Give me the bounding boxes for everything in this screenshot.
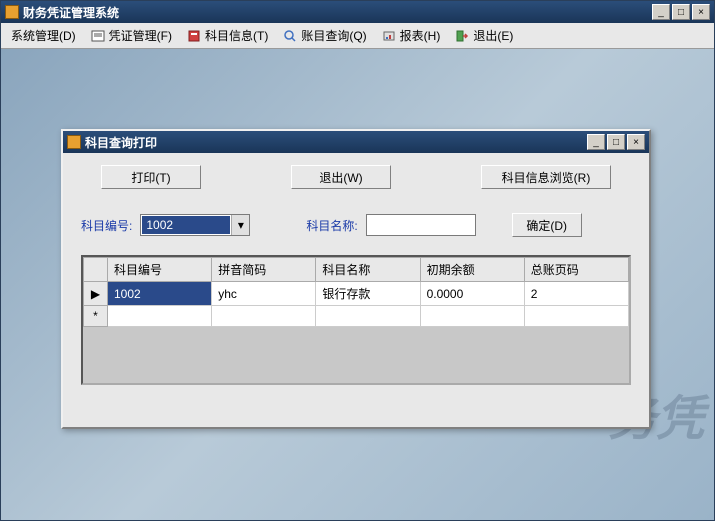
col-pinyin[interactable]: 拼音简码 [212,258,316,282]
menu-subject[interactable]: 科目信息(T) [180,24,274,47]
filter-row: 科目编号: 1002 ▾ 科目名称: 确定(D) [81,213,631,237]
row-indicator: ▶ [84,282,108,306]
main-window-controls: _ □ × [652,4,710,20]
dialog-title: 科目查询打印 [85,134,157,151]
cell-pinyin[interactable]: yhc [212,282,316,306]
browse-button[interactable]: 科目信息浏览(R) [481,165,611,189]
subject-name-input[interactable] [366,214,476,236]
grid-corner [84,258,108,282]
maximize-button[interactable]: □ [672,4,690,20]
print-button[interactable]: 打印(T) [101,165,201,189]
menu-account-query[interactable]: 账目查询(Q) [276,24,372,47]
voucher-icon [90,28,106,44]
dialog-window-controls: _ □ × [587,134,645,150]
subject-icon [186,28,202,44]
table-row[interactable]: ▶ 1002 yhc 银行存款 0.0000 2 [84,282,629,306]
menu-voucher[interactable]: 凭证管理(F) [84,24,178,47]
app-icon [5,5,19,19]
subject-code-combo[interactable]: 1002 ▾ [140,214,250,236]
data-grid[interactable]: 科目编号 拼音简码 科目名称 初期余额 总账页码 ▶ 1002 [83,257,629,327]
chevron-down-icon[interactable]: ▾ [231,215,249,235]
menu-system[interactable]: 系统管理(D) [5,24,82,47]
dialog-titlebar: 科目查询打印 _ □ × [63,131,649,153]
cell-ledger-page[interactable]: 2 [524,282,628,306]
main-titlebar: 财务凭证管理系统 _ □ × [1,1,714,23]
dialog-close-button[interactable]: × [627,134,645,150]
action-button-row: 打印(T) 退出(W) 科目信息浏览(R) [81,165,631,189]
col-code[interactable]: 科目编号 [108,258,212,282]
minimize-button[interactable]: _ [652,4,670,20]
app-title: 财务凭证管理系统 [23,4,119,21]
cell-code[interactable]: 1002 [108,282,212,306]
subject-query-dialog: 科目查询打印 _ □ × 打印(T) 退出(W) 科目信息浏览(R) 科目编号: [61,129,651,429]
new-row-indicator: * [84,306,108,327]
subject-code-label: 科目编号: [81,217,132,234]
menubar: 系统管理(D) 凭证管理(F) 科目信息(T) 账目查询(Q) 报表(H) [1,23,714,49]
col-opening-balance[interactable]: 初期余额 [420,258,524,282]
exit-button[interactable]: 退出(W) [291,165,391,189]
dialog-maximize-button[interactable]: □ [607,134,625,150]
col-ledger-page[interactable]: 总账页码 [524,258,628,282]
cell-opening-balance[interactable]: 0.0000 [420,282,524,306]
dialog-body: 打印(T) 退出(W) 科目信息浏览(R) 科目编号: 1002 ▾ 科目名称:… [63,153,649,397]
dialog-minimize-button[interactable]: _ [587,134,605,150]
menu-report[interactable]: 报表(H) [375,24,447,47]
report-icon [381,28,397,44]
dialog-icon [67,135,81,149]
query-icon [282,28,298,44]
data-grid-container: 科目编号 拼音简码 科目名称 初期余额 总账页码 ▶ 1002 [81,255,631,385]
confirm-button[interactable]: 确定(D) [512,213,582,237]
menu-exit[interactable]: 退出(E) [448,24,519,47]
workspace: 务凭 科目查询打印 _ □ × 打印(T) 退出(W) 科目信息浏览(R) [1,49,714,520]
subject-name-label: 科目名称: [306,217,357,234]
close-button[interactable]: × [692,4,710,20]
table-new-row[interactable]: * [84,306,629,327]
col-name[interactable]: 科目名称 [316,258,420,282]
cell-name[interactable]: 银行存款 [316,282,420,306]
main-window: 财务凭证管理系统 _ □ × 系统管理(D) 凭证管理(F) 科目信息(T) [0,0,715,521]
grid-empty-area [83,327,629,385]
grid-header-row: 科目编号 拼音简码 科目名称 初期余额 总账页码 [84,258,629,282]
exit-icon [454,28,470,44]
subject-code-value: 1002 [142,216,230,234]
